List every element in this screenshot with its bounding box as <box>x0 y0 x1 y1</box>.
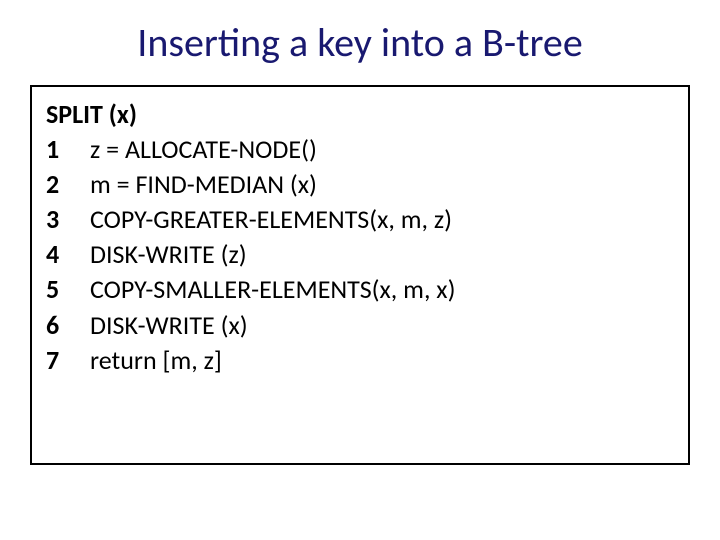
slide-title: Inserting a key into a B-tree <box>30 18 690 67</box>
line-number: 3 <box>46 202 90 237</box>
code-line: 3 COPY-GREATER-ELEMENTS(x, m, z) <box>46 202 674 237</box>
line-number: 6 <box>46 308 90 343</box>
code-line: 2 m = FIND-MEDIAN (x) <box>46 167 674 202</box>
line-number: 5 <box>46 272 90 307</box>
code-statement: return [m, z] <box>90 343 674 378</box>
code-statement: z = ALLOCATE-NODE() <box>90 132 674 167</box>
code-line: 7 return [m, z] <box>46 343 674 378</box>
code-line: 6 DISK-WRITE (x) <box>46 308 674 343</box>
line-number: 4 <box>46 237 90 272</box>
code-statement: DISK-WRITE (z) <box>90 237 674 272</box>
pseudocode-box: SPLIT (x) 1 z = ALLOCATE-NODE() 2 m = FI… <box>30 85 690 465</box>
code-statement: COPY-SMALLER-ELEMENTS(x, m, x) <box>90 272 674 307</box>
code-line: 1 z = ALLOCATE-NODE() <box>46 132 674 167</box>
code-line: 5 COPY-SMALLER-ELEMENTS(x, m, x) <box>46 272 674 307</box>
code-statement: DISK-WRITE (x) <box>90 308 674 343</box>
line-number: 2 <box>46 167 90 202</box>
code-statement: m = FIND-MEDIAN (x) <box>90 167 674 202</box>
line-number: 1 <box>46 132 90 167</box>
function-header: SPLIT (x) <box>46 97 674 132</box>
code-statement: COPY-GREATER-ELEMENTS(x, m, z) <box>90 202 674 237</box>
line-number: 7 <box>46 343 90 378</box>
code-line: 4 DISK-WRITE (z) <box>46 237 674 272</box>
slide: Inserting a key into a B-tree SPLIT (x) … <box>0 0 720 540</box>
